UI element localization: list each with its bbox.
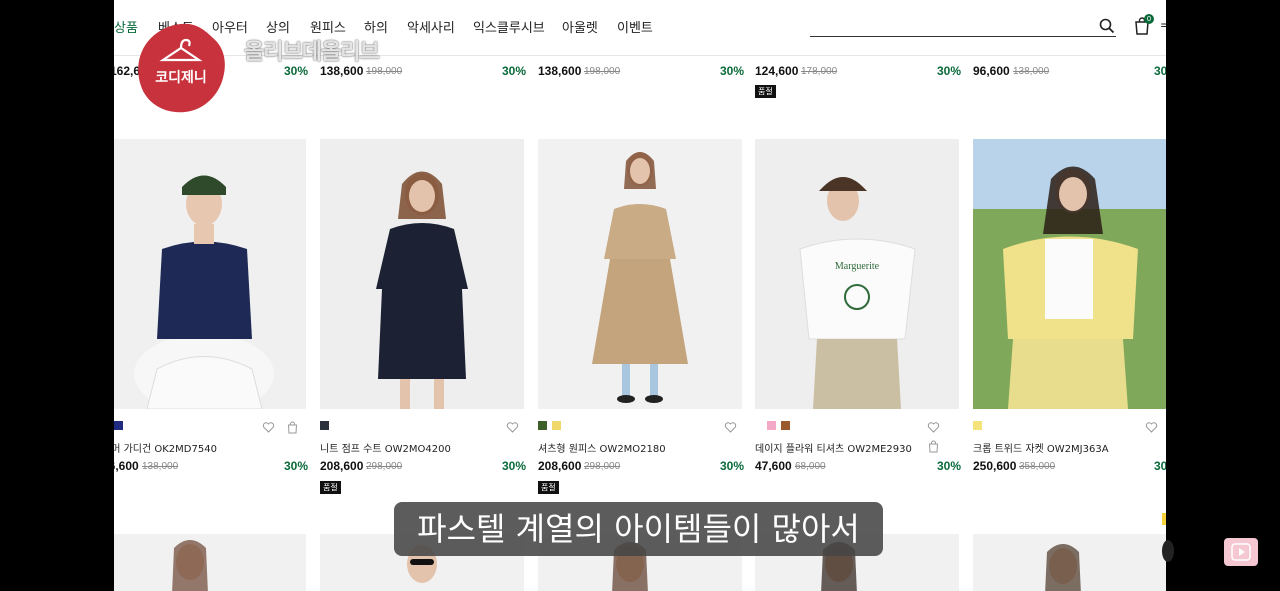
discount-rate: 30% — [284, 64, 309, 78]
discount-rate: 30% — [720, 459, 745, 473]
color-swatch[interactable] — [552, 421, 561, 430]
play-button[interactable] — [1224, 538, 1258, 566]
product-image-next[interactable] — [114, 534, 306, 591]
soldout-badge: 품절 — [320, 481, 341, 494]
heart-icon[interactable] — [506, 421, 519, 434]
card-actions — [500, 419, 519, 438]
svg-text:Marguerite: Marguerite — [835, 261, 880, 272]
model-photo — [592, 152, 688, 403]
nav-item-outlet[interactable]: 아울렛 — [562, 17, 598, 36]
prev-price-row: 96,600 138,000 30% — [973, 64, 1166, 84]
color-swatch[interactable] — [767, 421, 776, 430]
heart-icon[interactable] — [724, 421, 737, 434]
discount-rate: 30% — [502, 64, 527, 78]
cart-count-badge: 0 — [1144, 14, 1154, 24]
sale-price: 138,600 — [538, 64, 582, 78]
price-row: 208,600 298,000 30% — [320, 459, 527, 479]
original-price: 298,000 — [584, 461, 621, 472]
discount-rate: 30% — [937, 64, 962, 78]
product-name[interactable]: 썸머 가디건 OK2MD7540 — [114, 440, 217, 455]
original-price: 358,000 — [1019, 461, 1056, 472]
color-swatches — [973, 421, 987, 431]
sale-price: 208,600 — [320, 459, 364, 473]
sale-price: 96,600 — [114, 459, 139, 473]
heart-icon[interactable] — [1145, 421, 1158, 434]
model-photo: Marguerite — [799, 177, 916, 409]
discount-rate: 30% — [937, 459, 962, 473]
heart-icon[interactable] — [927, 421, 940, 434]
product-name[interactable]: 데이지 플라워 티셔츠 OW2ME2930 — [755, 440, 912, 455]
price-row: 47,600 68,000 30% — [755, 459, 962, 479]
original-price: 178,000 — [801, 66, 838, 77]
price-row: 96,600 138,000 30% — [114, 459, 309, 479]
sale-price: 96,600 — [973, 64, 1010, 78]
nav-item-event[interactable]: 이벤트 — [617, 17, 653, 36]
watermark-text: 올리브데올리브 — [244, 40, 380, 65]
color-swatch[interactable] — [781, 421, 790, 430]
original-price: 198,000 — [584, 66, 621, 77]
prev-price-row: 138,600 198,000 30% — [538, 64, 745, 84]
menu-icon[interactable]: = — [1160, 18, 1166, 32]
product-image[interactable] — [973, 139, 1166, 409]
product-image[interactable] — [538, 139, 742, 409]
original-price: 138,000 — [142, 461, 179, 472]
card-actions — [256, 419, 299, 438]
sale-price: 138,600 — [320, 64, 364, 78]
product-name[interactable]: 셔츠형 원피스 OW2MO2180 — [538, 440, 666, 455]
nav-item-accessory[interactable]: 악세사리 — [407, 17, 455, 36]
model-photo — [134, 175, 274, 409]
soldout-badge: 품절 — [755, 85, 776, 98]
card-actions — [921, 419, 959, 457]
edge-accent — [1162, 513, 1166, 525]
color-swatch[interactable] — [538, 421, 547, 430]
original-price: 198,000 — [366, 66, 403, 77]
model-photo — [973, 139, 1166, 409]
color-swatches — [538, 421, 566, 431]
card-actions — [718, 419, 737, 438]
play-icon — [1231, 543, 1251, 561]
sale-price: 47,600 — [755, 459, 792, 473]
prev-price-row: 138,600 198,000 30% — [320, 64, 527, 84]
soldout-badge: 품절 — [538, 481, 559, 494]
price-row: 250,600 358,000 30% — [973, 459, 1166, 479]
color-swatch[interactable] — [973, 421, 982, 430]
discount-rate: 30% — [1154, 459, 1166, 473]
product-image-next[interactable] — [973, 534, 1166, 591]
edge-control[interactable] — [1162, 540, 1174, 562]
color-swatches — [320, 421, 334, 431]
original-price: 68,000 — [795, 461, 826, 472]
logo-text: 코디제니 — [155, 70, 207, 86]
color-swatches — [114, 421, 128, 431]
search-icon[interactable] — [1098, 17, 1116, 35]
color-swatches — [767, 421, 795, 431]
sale-price: 250,600 — [973, 459, 1017, 473]
price-row: 208,600 298,000 30% — [538, 459, 745, 479]
discount-rate: 30% — [502, 459, 527, 473]
heart-icon[interactable] — [262, 421, 275, 434]
color-swatch[interactable] — [320, 421, 329, 430]
cart-icon[interactable] — [927, 440, 940, 453]
color-swatch[interactable] — [114, 421, 123, 430]
product-image[interactable]: Marguerite — [755, 139, 959, 409]
prev-price-row: 124,600 178,000 30% — [755, 64, 962, 84]
original-price: 138,000 — [1013, 66, 1050, 77]
sale-price: 124,600 — [755, 64, 799, 78]
product-image[interactable] — [320, 139, 524, 409]
discount-rate: 30% — [284, 459, 309, 473]
discount-rate: 30% — [1154, 64, 1166, 78]
product-image[interactable] — [114, 139, 306, 409]
search-input[interactable] — [810, 36, 1116, 37]
cart-icon[interactable] — [286, 421, 299, 434]
channel-logo: 코디제니 — [138, 23, 225, 113]
original-price: 298,000 — [366, 461, 403, 472]
product-name[interactable]: 크롭 트위드 자켓 OW2MJ363A — [973, 440, 1109, 455]
video-subtitle: 파스텔 계열의 아이템들이 많아서 — [394, 502, 883, 556]
sale-price: 208,600 — [538, 459, 582, 473]
nav-item-exclusive[interactable]: 익스클루시브 — [473, 17, 545, 36]
discount-rate: 30% — [720, 64, 745, 78]
product-name[interactable]: 니트 점프 수트 OW2MO4200 — [320, 440, 451, 455]
card-actions — [1139, 419, 1158, 438]
model-photo — [376, 171, 468, 409]
